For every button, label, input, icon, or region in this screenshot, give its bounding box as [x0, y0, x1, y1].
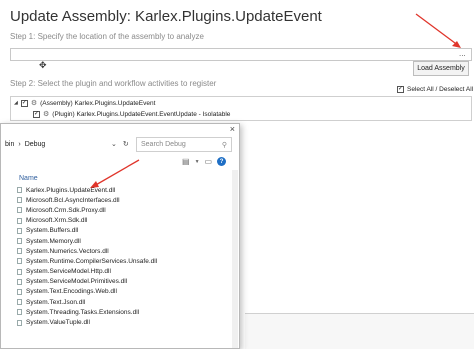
annotation-arrows [90, 13, 461, 188]
annotation-arrow [93, 159, 140, 187]
annotation-arrow [415, 13, 460, 47]
annotation-arrowhead [90, 181, 99, 188]
